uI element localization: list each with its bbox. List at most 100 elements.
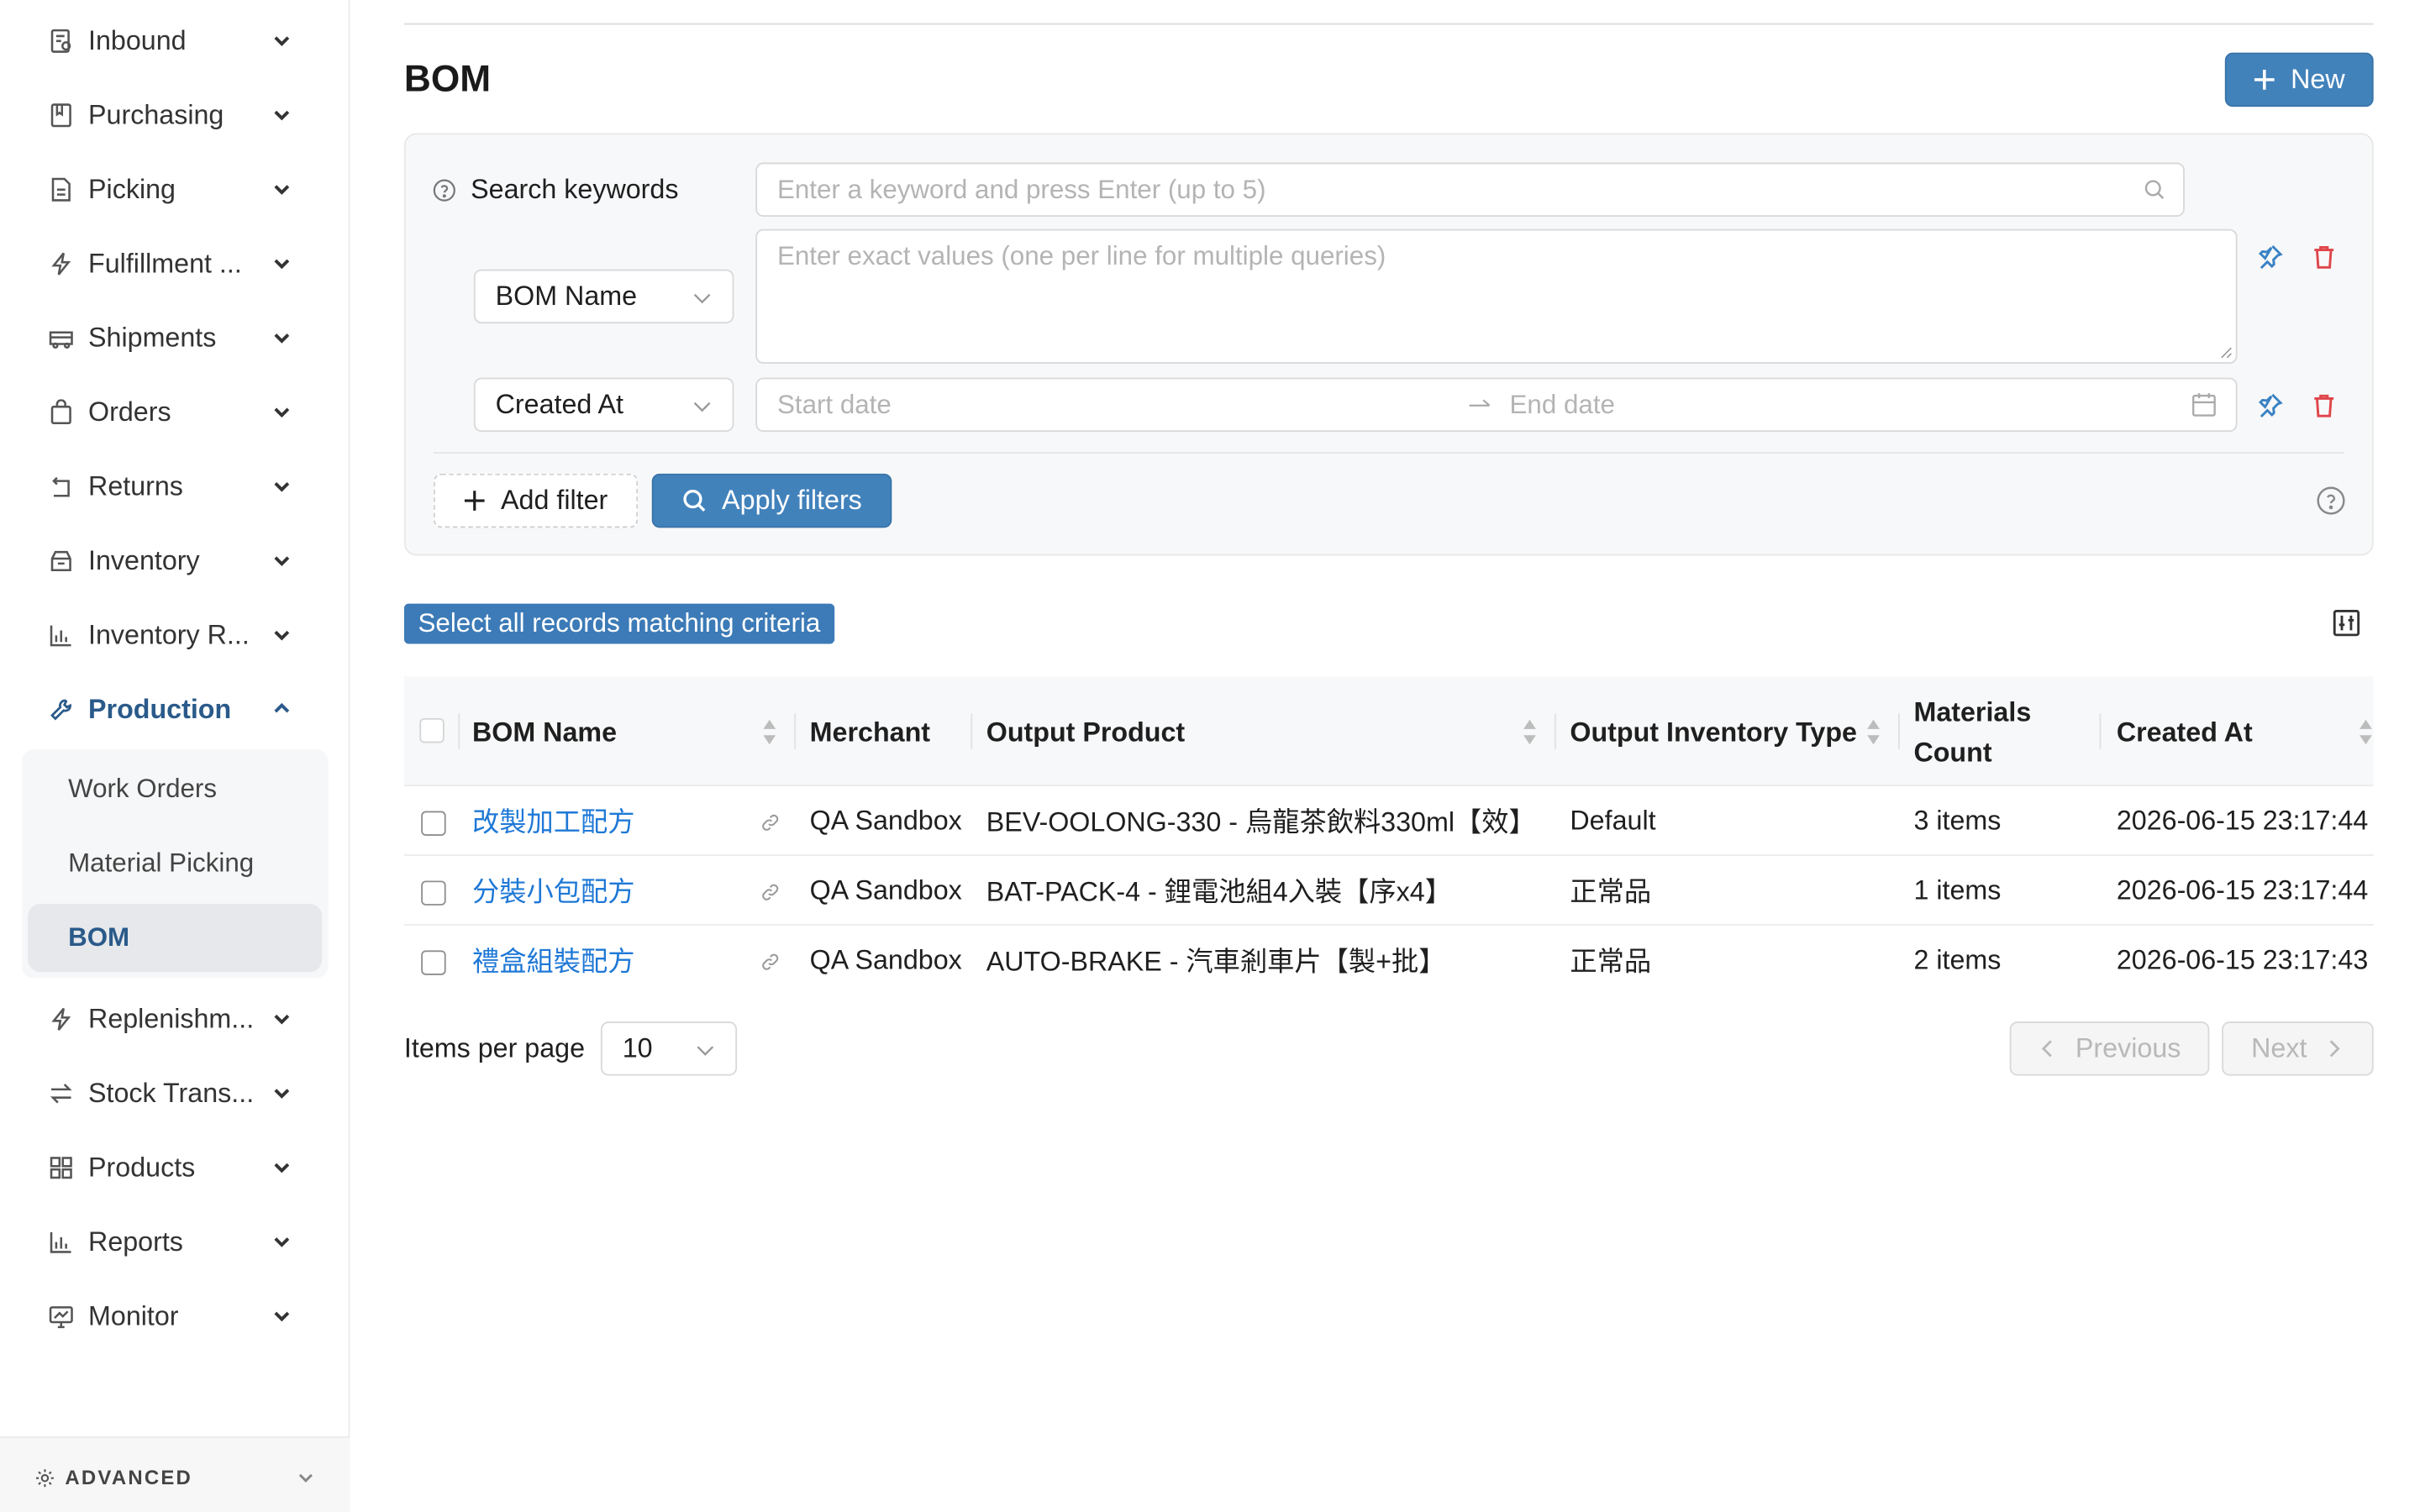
select-all-checkbox[interactable] [419, 717, 445, 743]
row-checkbox[interactable] [421, 880, 446, 906]
chevron-down-icon [274, 259, 290, 270]
arrow-right-icon [1469, 399, 1491, 407]
column-header-created-at[interactable]: Created At [2117, 676, 2253, 786]
start-date-input[interactable]: Start date [777, 390, 892, 421]
search-icon [683, 490, 706, 512]
bom-name-link[interactable]: 分裝小包配方 [472, 856, 634, 924]
column-settings-icon[interactable] [2332, 608, 2361, 638]
sidebar-item-returns[interactable]: Returns [0, 449, 350, 522]
column-header-merchant: Merchant [809, 716, 931, 748]
sidebar-item-label: Orders [88, 395, 171, 427]
filter-field-select-2[interactable]: Created At [473, 377, 734, 433]
resize-handle-icon[interactable] [2218, 345, 2233, 360]
bom-name-link[interactable]: 改製加工配方 [472, 786, 634, 854]
link-icon[interactable] [760, 952, 781, 972]
date-range-picker[interactable]: Start date End date [755, 377, 2238, 433]
bar-chart-icon [46, 621, 74, 648]
sidebar-item-label: Inbound [88, 24, 187, 55]
sidebar-item-reports[interactable]: Reports [0, 1205, 350, 1278]
sidebar-item-inbound[interactable]: Inbound [0, 3, 350, 77]
inventory-type-cell: 正常品 [1570, 874, 1652, 906]
keyword-search-input[interactable]: Enter a keyword and press Enter (up to 5… [755, 162, 2185, 217]
header-line: Count [1913, 736, 1992, 768]
sidebar-item-shipments[interactable]: Shipments [0, 300, 350, 374]
column-separator [1554, 713, 1556, 749]
calendar-icon [2192, 393, 2216, 417]
sidebar-item-orders[interactable]: Orders [0, 375, 350, 449]
bom-name-link[interactable]: 禮盒組裝配方 [472, 926, 634, 994]
next-page-button[interactable]: Next [2222, 1021, 2374, 1076]
sidebar-item-production[interactable]: Production [0, 672, 350, 746]
column-header-output-product[interactable]: Output Product [986, 676, 1185, 786]
chevron-down-icon [274, 1089, 290, 1099]
table-row: 禮盒組裝配方 QA Sandbox AUTO-BRAKE - 汽車剎車片【製+批… [403, 926, 2374, 994]
merchant-cell: QA Sandbox [809, 943, 962, 974]
select-all-matching-button[interactable]: Select all records matching criteria [403, 603, 834, 644]
column-header-bom-name[interactable]: BOM Name [472, 676, 617, 786]
submenu-item-bom[interactable]: BOM [28, 904, 323, 973]
created-at-cell: 2026-06-15 23:17:44 [2116, 874, 2369, 905]
sidebar-item-fulfillment[interactable]: Fulfillment ... [0, 226, 350, 300]
sort-icon[interactable] [1865, 718, 1881, 746]
output-product-cell: BAT-PACK-4 - 鋰電池組4入裝【序x4】 [986, 874, 1452, 906]
sidebar-item-monitor[interactable]: Monitor [0, 1278, 350, 1352]
apply-filters-label: Apply filters [722, 484, 862, 516]
trash-icon[interactable] [2310, 243, 2338, 270]
table-row: 分裝小包配方 QA Sandbox BAT-PACK-4 - 鋰電池組4入裝【序… [403, 856, 2374, 926]
sidebar: Inbound Purchasing Picking Fulfillment .… [0, 0, 350, 1512]
sort-icon[interactable] [2358, 718, 2373, 746]
chevron-down-icon [274, 481, 290, 492]
filter-divider [433, 452, 2344, 454]
merchant-cell: QA Sandbox [809, 874, 962, 905]
page-size-select[interactable]: 10 [600, 1021, 738, 1076]
new-button[interactable]: New [2224, 52, 2374, 108]
previous-page-button[interactable]: Previous [2009, 1021, 2210, 1076]
picking-icon [46, 175, 74, 202]
sidebar-item-purchasing[interactable]: Purchasing [0, 77, 350, 151]
sidebar-item-inventory[interactable]: Inventory [0, 523, 350, 597]
sort-icon[interactable] [762, 718, 777, 746]
help-circle-icon[interactable] [2317, 486, 2346, 516]
gear-icon [35, 1468, 54, 1487]
lightning-icon [46, 1005, 74, 1032]
items-per-page-label: Items per page [403, 1032, 586, 1063]
help-circle-icon[interactable] [432, 178, 456, 202]
add-filter-button[interactable]: Add filter [433, 473, 639, 528]
next-label: Next [2251, 1032, 2307, 1063]
chevron-down-icon [274, 407, 290, 418]
sidebar-item-label: Purchasing [88, 98, 224, 129]
link-icon[interactable] [760, 812, 781, 832]
filter-field-select-1[interactable]: BOM Name [473, 269, 734, 324]
row-checkbox[interactable] [421, 950, 446, 975]
trash-icon[interactable] [2310, 391, 2338, 419]
apply-filters-button[interactable]: Apply filters [651, 473, 892, 528]
add-filter-label: Add filter [501, 484, 608, 516]
column-header-output-inventory-type[interactable]: Output Inventory Type [1570, 676, 1857, 786]
row-checkbox[interactable] [421, 811, 446, 837]
link-icon[interactable] [760, 882, 781, 902]
sidebar-item-products[interactable]: Products [0, 1130, 350, 1204]
sidebar-item-inventory-reports[interactable]: Inventory R... [0, 597, 350, 671]
pin-icon[interactable] [2256, 243, 2284, 270]
submenu-item-material-picking[interactable]: Material Picking [28, 830, 322, 898]
shopping-bag-icon [46, 398, 74, 426]
sidebar-item-label: Shipments [88, 321, 217, 353]
page-size-value: 10 [622, 1032, 653, 1063]
bom-name-values-textarea[interactable]: Enter exact values (one per line for mul… [755, 228, 2238, 365]
end-date-input[interactable]: End date [1510, 390, 1615, 421]
sidebar-item-picking[interactable]: Picking [0, 152, 350, 226]
inbound-icon [46, 26, 74, 54]
previous-label: Previous [2075, 1032, 2181, 1063]
sort-icon[interactable] [1522, 718, 1537, 746]
sidebar-item-stock-transfer[interactable]: Stock Trans... [0, 1056, 350, 1130]
filter-field-value: Created At [495, 388, 624, 420]
pin-icon[interactable] [2256, 391, 2284, 419]
chevron-down-icon [274, 36, 290, 46]
table-header: BOM Name Merchant Output Product Output … [403, 676, 2374, 787]
new-button-label: New [2291, 63, 2345, 95]
tool-icon [46, 695, 74, 722]
sidebar-item-replenishment[interactable]: Replenishm... [0, 981, 350, 1055]
chevron-down-icon [274, 1014, 290, 1025]
advanced-toggle[interactable]: ADVANCED [0, 1436, 350, 1512]
submenu-item-work-orders[interactable]: Work Orders [28, 755, 322, 823]
